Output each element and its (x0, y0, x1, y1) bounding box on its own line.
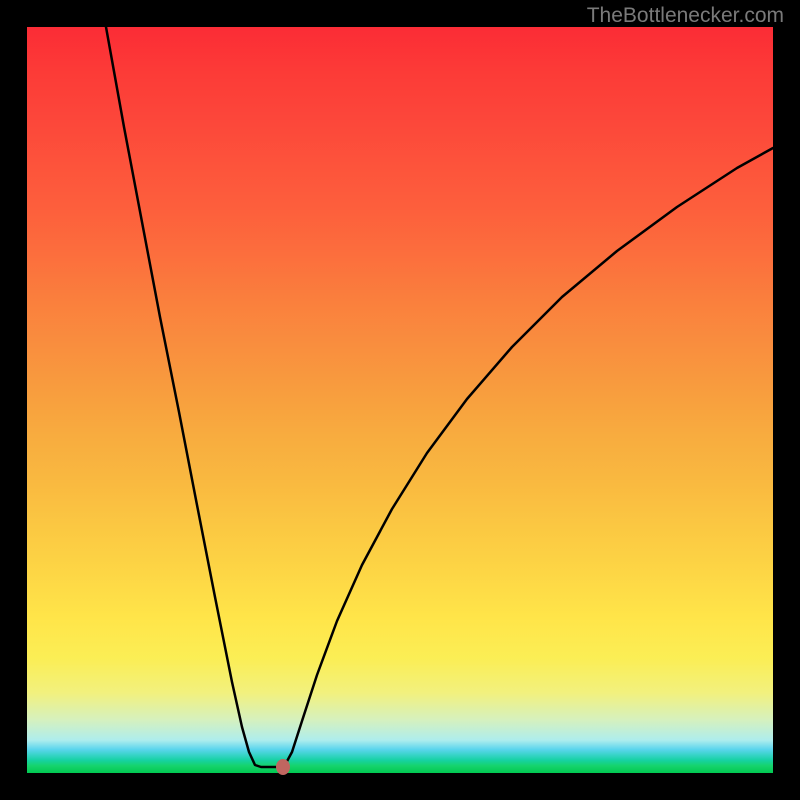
bottleneck-curve (27, 27, 773, 773)
optimal-point-marker (276, 759, 290, 775)
watermark-text: TheBottlenecker.com (587, 4, 784, 28)
chart-plot-area (27, 27, 773, 773)
